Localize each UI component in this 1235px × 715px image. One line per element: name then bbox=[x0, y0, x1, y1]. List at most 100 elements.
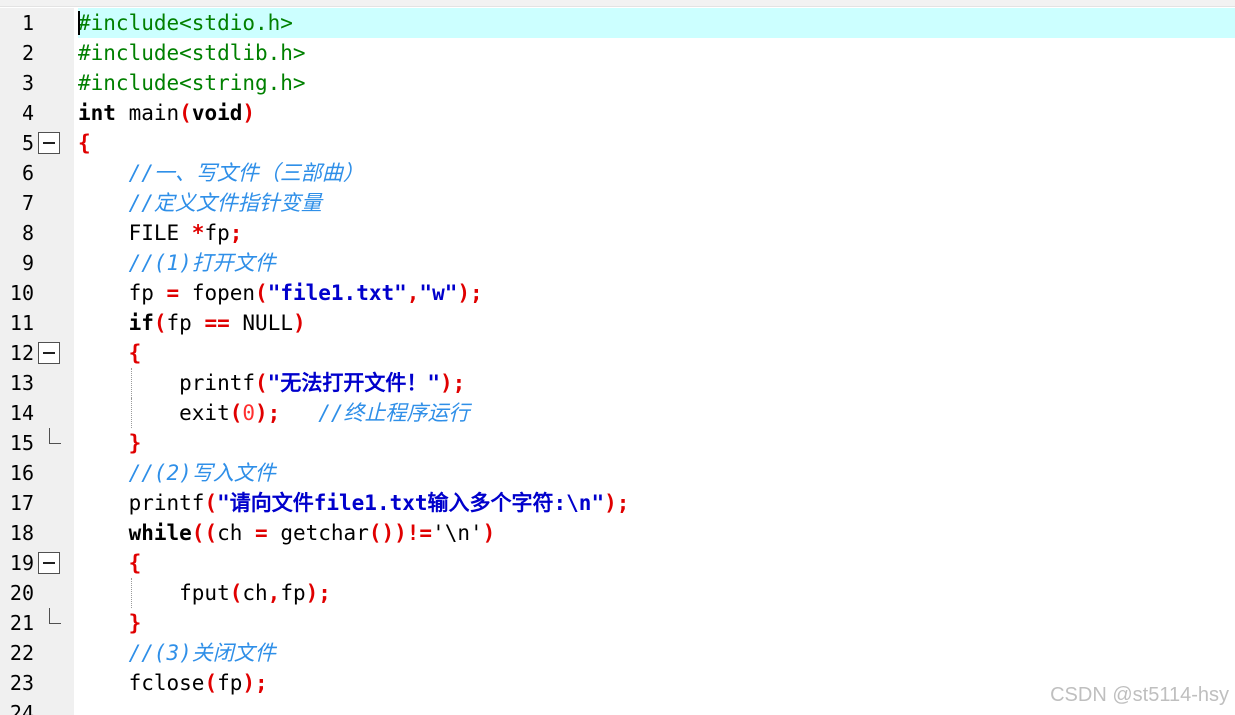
code-line[interactable]: 9 //(1)打开文件 bbox=[0, 248, 1235, 278]
code-line[interactable]: 5{ bbox=[0, 128, 1235, 158]
code-token: * bbox=[191, 221, 205, 245]
code-line[interactable]: 2 #include<stdlib.h> bbox=[0, 38, 1235, 68]
fold-collapse-icon[interactable] bbox=[38, 132, 60, 154]
line-number: 8 bbox=[21, 221, 34, 245]
code-line[interactable]: 17 printf("请向文件file1.txt输入多个字符:\n"); bbox=[0, 488, 1235, 518]
line-number: 6 bbox=[21, 161, 34, 185]
code-token: ch bbox=[217, 521, 256, 545]
code-token: "请向文件file1.txt输入多个字符:\n" bbox=[217, 491, 605, 515]
code-text[interactable]: while((ch = getchar())!='\n') bbox=[78, 518, 1235, 548]
code-text[interactable]: if(fp == NULL) bbox=[78, 308, 1235, 338]
code-token: , bbox=[406, 281, 420, 305]
code-text[interactable]: #include<stdio.h> bbox=[78, 8, 1235, 38]
code-text[interactable]: } bbox=[78, 428, 1235, 458]
code-text[interactable]: fp = fopen("file1.txt","w"); bbox=[78, 278, 1235, 308]
line-number: 23 bbox=[9, 671, 34, 695]
code-text[interactable]: //(2)写入文件 bbox=[78, 458, 1235, 488]
code-line[interactable]: 12 { bbox=[0, 338, 1235, 368]
code-line[interactable]: 6 //一、写文件（三部曲） bbox=[0, 158, 1235, 188]
code-line[interactable]: 10 fp = fopen("file1.txt","w"); bbox=[0, 278, 1235, 308]
code-line[interactable]: 20 fput(ch,fp); bbox=[0, 578, 1235, 608]
code-text[interactable]: } bbox=[78, 608, 1235, 638]
code-token: ) bbox=[242, 101, 256, 125]
code-line[interactable]: 8 FILE *fp; bbox=[0, 218, 1235, 248]
code-text[interactable]: //(3)关闭文件 bbox=[78, 638, 1235, 668]
line-number: 1 bbox=[21, 11, 34, 35]
line-number: 4 bbox=[21, 101, 34, 125]
code-token: fp bbox=[166, 311, 205, 335]
code-token: #include<stdio.h> bbox=[78, 11, 293, 35]
code-text[interactable]: { bbox=[78, 128, 1235, 158]
code-text[interactable]: #include<stdlib.h> bbox=[78, 38, 1235, 68]
code-token: = bbox=[166, 281, 180, 305]
code-text[interactable]: printf("请向文件file1.txt输入多个字符:\n"); bbox=[78, 488, 1235, 518]
code-area[interactable]: 1 #include<stdio.h> 2 #include<stdlib.h> 3 #i… bbox=[0, 8, 1235, 715]
code-token: ); bbox=[457, 281, 483, 305]
code-text[interactable]: #include<string.h> bbox=[78, 68, 1235, 98]
minus-box-icon bbox=[38, 552, 60, 574]
code-text[interactable]: { bbox=[78, 338, 1235, 368]
code-text[interactable]: //一、写文件（三部曲） bbox=[78, 158, 1235, 188]
code-text[interactable]: { bbox=[78, 548, 1235, 578]
minus-box-icon bbox=[38, 342, 60, 364]
code-token: while bbox=[128, 521, 192, 545]
code-token: FILE bbox=[78, 221, 192, 245]
code-text[interactable]: //定义文件指针变量 bbox=[78, 188, 1235, 218]
code-line[interactable]: 21 } bbox=[0, 608, 1235, 638]
code-line[interactable]: 18 while((ch = getchar())!='\n') bbox=[0, 518, 1235, 548]
line-number: 15 bbox=[9, 431, 34, 455]
line-number: 16 bbox=[9, 461, 34, 485]
code-text[interactable]: //(1)打开文件 bbox=[78, 248, 1235, 278]
minus-box-icon bbox=[38, 132, 60, 154]
code-token: "file1.txt" bbox=[267, 281, 407, 305]
code-token: exit bbox=[78, 401, 230, 425]
code-token: #include<string.h> bbox=[78, 71, 306, 95]
code-line[interactable]: 3 #include<string.h> bbox=[0, 68, 1235, 98]
fold-collapse-icon[interactable] bbox=[38, 342, 60, 364]
code-token: ( bbox=[255, 371, 268, 395]
line-number: 2 bbox=[21, 41, 34, 65]
line-number: 5 bbox=[21, 131, 34, 155]
code-line[interactable]: 14 exit(0); //终止程序运行 bbox=[0, 398, 1235, 428]
code-text[interactable]: printf("无法打开文件！"); bbox=[78, 368, 1235, 398]
code-line[interactable]: 19 { bbox=[0, 548, 1235, 578]
code-line[interactable]: 16 //(2)写入文件 bbox=[0, 458, 1235, 488]
code-token: { bbox=[128, 341, 142, 365]
code-editor[interactable]: 1 #include<stdio.h> 2 #include<stdlib.h> 3 #i… bbox=[0, 8, 1235, 715]
code-line[interactable]: 22 //(3)关闭文件 bbox=[0, 638, 1235, 668]
code-line[interactable]: 15 } bbox=[0, 428, 1235, 458]
code-text[interactable]: fput(ch,fp); bbox=[78, 578, 1235, 608]
fold-end-marker-icon bbox=[49, 608, 63, 638]
line-number: 12 bbox=[9, 341, 34, 365]
code-text[interactable]: int main(void) bbox=[78, 98, 1235, 128]
line-number: 7 bbox=[21, 191, 34, 215]
line-number: 18 bbox=[9, 521, 34, 545]
line-number: 19 bbox=[9, 551, 34, 575]
code-line[interactable]: 11 if(fp == NULL) bbox=[0, 308, 1235, 338]
code-token: ( bbox=[204, 671, 218, 695]
code-token: fput bbox=[78, 581, 230, 605]
code-line[interactable]: 7 //定义文件指针变量 bbox=[0, 188, 1235, 218]
code-text[interactable]: FILE *fp; bbox=[78, 218, 1235, 248]
code-token: } bbox=[128, 431, 142, 455]
code-token: ; bbox=[229, 221, 243, 245]
line-number: 22 bbox=[9, 641, 34, 665]
code-line[interactable]: 1 #include<stdio.h> bbox=[0, 8, 1235, 38]
code-text[interactable]: exit(0); //终止程序运行 bbox=[78, 398, 1235, 428]
watermark: CSDN @st5114-hsy bbox=[1050, 684, 1229, 706]
code-line[interactable]: 13 printf("无法打开文件！"); bbox=[0, 368, 1235, 398]
code-token: ( bbox=[229, 401, 243, 425]
code-token: ); bbox=[439, 371, 466, 395]
code-token: '\n' bbox=[432, 521, 483, 545]
line-number: 13 bbox=[9, 371, 34, 395]
fold-collapse-icon[interactable] bbox=[38, 552, 60, 574]
code-line[interactable]: 4 int main(void) bbox=[0, 98, 1235, 128]
line-number: 10 bbox=[9, 281, 34, 305]
code-token: == bbox=[204, 311, 230, 335]
line-number: 21 bbox=[9, 611, 34, 635]
line-number: 11 bbox=[9, 311, 34, 335]
